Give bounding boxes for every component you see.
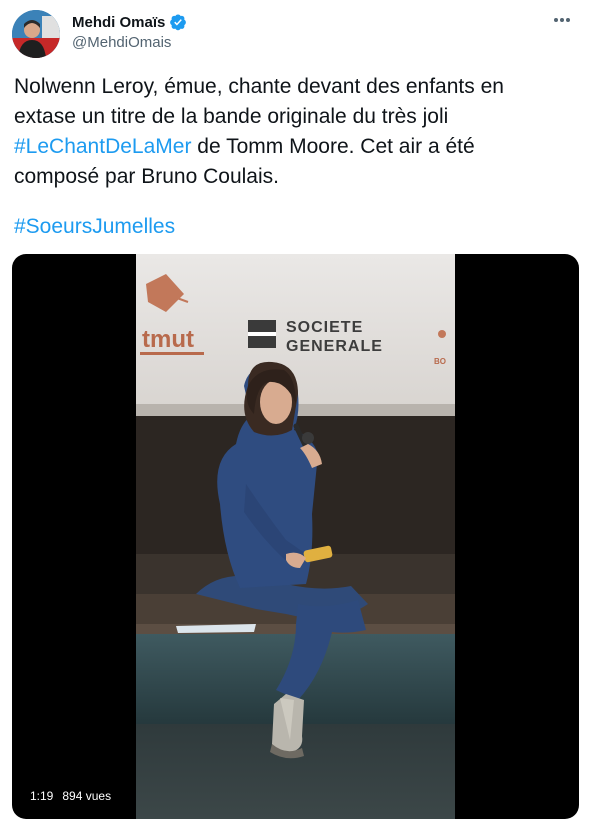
video-stats: 1:19 894 vues bbox=[30, 789, 111, 803]
video-duration: 1:19 bbox=[30, 789, 54, 803]
tweet-text-line-2: extase un titre de la bande originale du… bbox=[14, 105, 449, 128]
backdrop-text-bo: BO bbox=[434, 357, 446, 366]
video-frame: tmut SOCIETE GENERALE BO bbox=[136, 254, 455, 819]
tweet-text: Nolwenn Leroy, émue, chante devant des e… bbox=[14, 72, 574, 192]
hashtag-line: #SoeursJumelles bbox=[14, 212, 175, 242]
hashtag-link-soeursjumelles[interactable]: #SoeursJumelles bbox=[14, 215, 175, 238]
avatar-image bbox=[12, 10, 60, 58]
video-player[interactable]: tmut SOCIETE GENERALE BO 1:19 894 vues bbox=[12, 254, 579, 819]
tweet-text-line-4: composé par Bruno Coulais. bbox=[14, 165, 279, 188]
tweet-text-line-1: Nolwenn Leroy, émue, chante devant des e… bbox=[14, 75, 504, 98]
display-name[interactable]: Mehdi Omaïs bbox=[72, 14, 165, 31]
tweet-text-line-3: #LeChantDeLaMer de Tomm Moore. Cet air a… bbox=[14, 132, 574, 162]
author-handle[interactable]: @MehdiOmais bbox=[72, 34, 171, 51]
video-view-count: 894 vues bbox=[62, 789, 112, 803]
hashtag-link-lechantdelamer[interactable]: #LeChantDeLaMer bbox=[14, 135, 191, 158]
tweet-text-line-3-rest: de Tomm Moore. Cet air a été bbox=[191, 135, 475, 158]
verified-badge-icon bbox=[169, 13, 187, 31]
backdrop-text-tmut: tmut bbox=[142, 326, 194, 353]
more-dots-icon[interactable] bbox=[548, 10, 576, 30]
author-name-row: Mehdi Omaïs bbox=[72, 13, 187, 31]
video-still: tmut SOCIETE GENERALE BO bbox=[136, 254, 455, 819]
backdrop-text-societe: SOCIETE bbox=[286, 319, 363, 336]
backdrop-text-generale: GENERALE bbox=[286, 338, 383, 355]
tweet-card: Mehdi Omaïs @MehdiOmais Nolwenn Leroy, é… bbox=[0, 0, 590, 826]
avatar[interactable] bbox=[12, 10, 60, 58]
